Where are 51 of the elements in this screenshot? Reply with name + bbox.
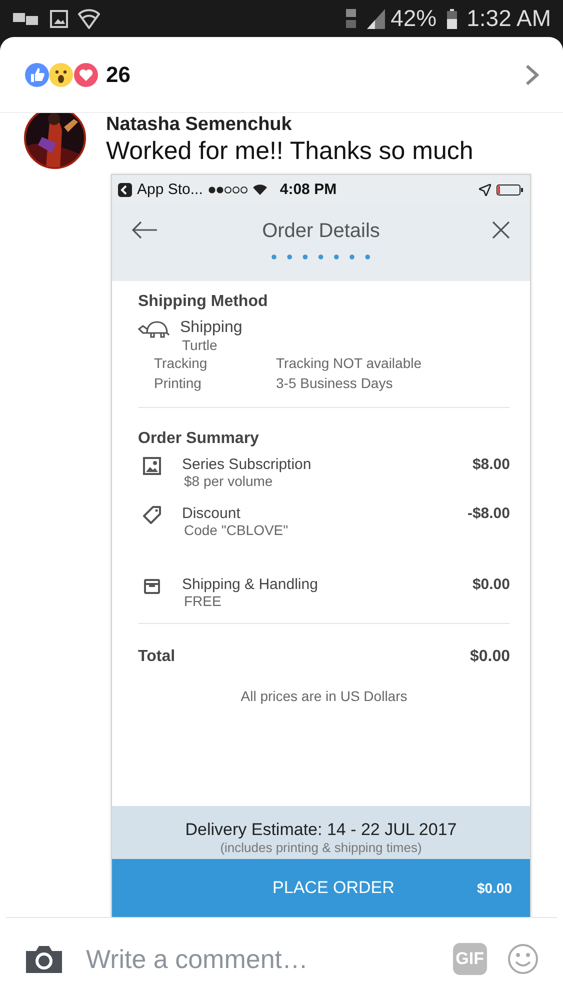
line-item-note: $8 per volume — [183, 473, 274, 489]
delivery-estimate: Delivery Estimate: 14 - 22 JUL 2017 — [184, 820, 458, 840]
signal-icon — [366, 8, 385, 28]
line-item-name: Discount — [182, 505, 242, 522]
detail-value: Tracking NOT available — [276, 354, 422, 373]
battery-icon — [496, 184, 524, 196]
total-amount: $0.00 — [470, 648, 510, 666]
reaction-count[interactable]: 26 — [106, 62, 130, 88]
total-label: Total — [138, 648, 176, 666]
detail-label: Printing — [153, 374, 202, 393]
line-item-price: $8.00 — [472, 456, 510, 473]
back-arrow-icon[interactable] — [132, 221, 158, 239]
battery-percent: 42% — [390, 5, 437, 32]
line-item-name: Series Subscription — [182, 456, 312, 473]
section-heading: Order Summary — [138, 430, 260, 448]
clock: 1:32 AM — [466, 5, 551, 32]
image-icon — [142, 456, 162, 476]
section-heading: Shipping Method — [138, 293, 269, 311]
line-item-price: -$8.00 — [467, 505, 510, 522]
turtle-icon — [138, 319, 170, 341]
shipping-method: Shipping — [180, 319, 242, 337]
carrier-label[interactable]: App Sto... — [137, 181, 203, 198]
notification-icon — [12, 10, 40, 26]
comment-author[interactable]: Natasha Semenchuk — [106, 115, 531, 135]
detail-value: 3-5 Business Days — [276, 374, 393, 393]
line-item-note: Code "CBLOVE" — [183, 522, 288, 538]
comment-text: Worked for me!! Thanks so much — [106, 137, 474, 166]
wifi-icon — [78, 8, 100, 28]
chevron-right-icon[interactable] — [525, 64, 539, 86]
currency-note: All prices are in US Dollars — [240, 688, 408, 706]
signal-dots-icon — [208, 186, 248, 194]
step-dots-icon — [271, 254, 371, 260]
close-icon[interactable] — [492, 221, 510, 239]
wifi-icon — [252, 184, 267, 195]
comment-field[interactable]: Write a comment… — [84, 942, 433, 976]
shipping-speed: Turtle — [181, 337, 218, 353]
package-icon — [142, 576, 162, 596]
tag-icon — [142, 505, 162, 525]
delivery-note: (includes printing & shipping times) — [219, 840, 423, 855]
screen-title: Order Details — [262, 219, 380, 243]
clock: 4:08 PM — [280, 181, 337, 198]
gallery-icon — [50, 10, 68, 28]
reactions-icon[interactable] — [24, 62, 100, 88]
battery-icon — [446, 8, 457, 28]
line-item-price: $0.00 — [472, 576, 510, 593]
detail-label: Tracking — [153, 354, 208, 373]
location-icon — [479, 184, 491, 196]
camera-icon[interactable] — [24, 943, 64, 975]
line-item-name: Shipping & Handling — [182, 576, 318, 593]
back-to-app-icon[interactable] — [118, 182, 132, 196]
line-item-note: FREE — [183, 593, 222, 609]
